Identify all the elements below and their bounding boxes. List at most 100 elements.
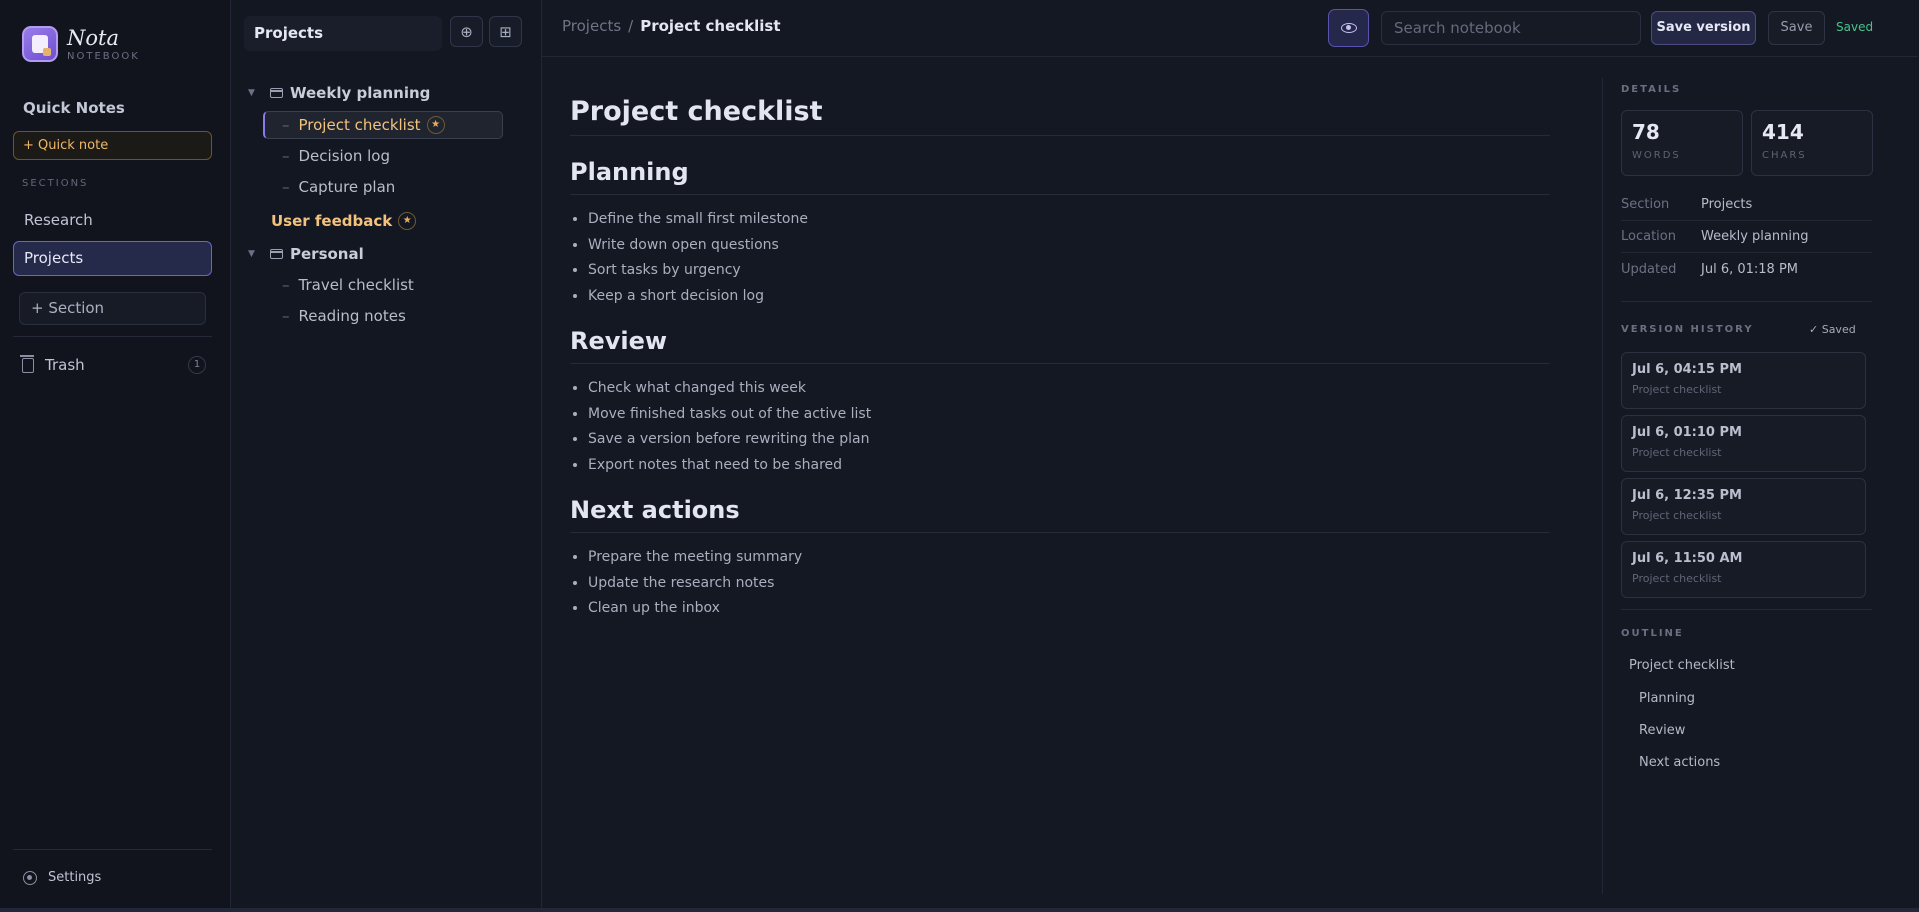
document-title[interactable]: Project checklist (570, 96, 1550, 136)
tree-dash: – (282, 307, 290, 325)
version-item[interactable]: Jul 6, 01:10 PM Project checklist (1621, 415, 1866, 472)
folder-icon (270, 249, 283, 259)
sidebar-item-research[interactable]: Research (13, 203, 212, 238)
preview-toggle-button[interactable] (1328, 9, 1369, 47)
document-body[interactable]: Project checklist Planning Define the sm… (570, 96, 1550, 640)
version-name: Project checklist (1632, 446, 1722, 459)
list-item[interactable]: Keep a short decision log (588, 284, 1550, 310)
meta-updated: Updated Jul 6, 01:18 PM (1621, 253, 1872, 285)
version-item[interactable]: Jul 6, 11:50 AM Project checklist (1621, 541, 1866, 598)
brand-name: Nota (67, 25, 119, 50)
meta-key: Updated (1621, 261, 1677, 277)
sidebar-divider (13, 336, 212, 337)
tree-dash: – (282, 276, 290, 294)
outline-item[interactable]: Next actions (1639, 755, 1720, 770)
outline-item[interactable]: Project checklist (1629, 658, 1735, 673)
chevron-down-icon[interactable]: ▼ (248, 88, 258, 98)
version-item[interactable]: Jul 6, 12:35 PM Project checklist (1621, 478, 1866, 535)
trash-icon (20, 354, 34, 373)
list-item[interactable]: Clean up the inbox (588, 596, 1550, 622)
meta-section: Section Projects (1621, 189, 1872, 221)
brand-subtitle: NOTEBOOK (67, 50, 140, 62)
note-label: Reading notes (298, 307, 406, 325)
new-note-button[interactable]: ⊞ (489, 16, 522, 47)
eye-icon (1340, 23, 1357, 33)
tree-note-travel-checklist[interactable]: – Travel checklist (282, 271, 414, 299)
list-item[interactable]: Define the small first milestone (588, 207, 1550, 233)
settings-label: Settings (48, 870, 102, 885)
list-item[interactable]: Update the research notes (588, 571, 1550, 597)
star-icon: ★ (398, 212, 417, 230)
window-bottom-edge (0, 908, 1919, 912)
trash-item[interactable]: Trash 1 (20, 354, 206, 376)
tree-folder-weekly-planning[interactable]: ▼ Weekly planning (248, 79, 430, 107)
list-item[interactable]: Write down open questions (588, 233, 1550, 259)
list-item[interactable]: Export notes that need to be shared (588, 453, 1550, 479)
note-tree-panel: Projects ⊕ ⊞ ▼ Weekly planning – Project… (231, 0, 542, 908)
tree-note-reading-notes[interactable]: – Reading notes (282, 302, 406, 330)
char-count-card: 414 CHARS (1751, 110, 1873, 176)
breadcrumb-root[interactable]: Projects (562, 17, 621, 35)
list-next-actions: Prepare the meeting summary Update the r… (570, 545, 1550, 622)
note-plus-icon: ⊞ (499, 22, 512, 41)
search-input[interactable] (1381, 11, 1641, 45)
note-label: Travel checklist (298, 276, 414, 294)
list-item[interactable]: Check what changed this week (588, 376, 1550, 402)
topbar: Projects/Project checklist Save version … (542, 0, 1918, 57)
meta-location: Location Weekly planning (1621, 221, 1872, 253)
note-label: Decision log (298, 147, 391, 165)
meta-key: Location (1621, 229, 1676, 244)
heading-review[interactable]: Review (570, 327, 1550, 364)
folder-icon (270, 88, 283, 98)
version-history-label: VERSION HISTORY (1621, 324, 1754, 335)
note-label: Capture plan (298, 178, 396, 196)
version-time: Jul 6, 12:35 PM (1632, 488, 1742, 503)
outline-item[interactable]: Planning (1639, 691, 1695, 706)
meta-value: Weekly planning (1701, 229, 1809, 244)
outline-item[interactable]: Review (1639, 723, 1685, 738)
main-editor: Projects/Project checklist Save version … (542, 0, 1919, 908)
quick-note-button[interactable]: + Quick note (13, 131, 212, 160)
list-item[interactable]: Save a version before rewriting the plan (588, 427, 1550, 453)
tree-dash: – (282, 116, 290, 134)
brand: Nota NOTEBOOK (22, 26, 140, 62)
tree-note-capture-plan[interactable]: – Capture plan (282, 173, 395, 201)
version-name: Project checklist (1632, 509, 1722, 522)
meta-value: Projects (1701, 197, 1753, 212)
tree-folder-personal[interactable]: ▼ Personal (248, 240, 364, 268)
new-folder-button[interactable]: ⊕ (450, 16, 483, 47)
version-time: Jul 6, 11:50 AM (1632, 551, 1743, 566)
folder-plus-icon: ⊕ (460, 22, 473, 41)
chevron-down-icon[interactable]: ▼ (248, 249, 258, 259)
trash-count-badge: 1 (188, 356, 206, 374)
version-item[interactable]: Jul 6, 04:15 PM Project checklist (1621, 352, 1866, 409)
sidebar-bottom-divider (13, 849, 212, 850)
list-planning: Define the small first milestone Write d… (570, 207, 1550, 309)
tree-note-project-checklist[interactable]: – Project checklist ★ (282, 111, 445, 139)
sidebar-item-projects[interactable]: Projects (13, 241, 212, 276)
heading-planning[interactable]: Planning (570, 158, 1550, 195)
char-count-label: CHARS (1762, 150, 1807, 161)
add-section-button[interactable]: + Section (19, 292, 206, 325)
version-time: Jul 6, 01:10 PM (1632, 425, 1742, 440)
settings-button[interactable]: Settings (23, 870, 101, 885)
list-item[interactable]: Prepare the meeting summary (588, 545, 1550, 571)
version-time: Jul 6, 04:15 PM (1632, 362, 1742, 377)
note-label: User feedback (271, 212, 393, 230)
list-item[interactable]: Move finished tasks out of the active li… (588, 402, 1550, 428)
save-version-button[interactable]: Save version (1651, 11, 1756, 45)
quick-notes-title[interactable]: Quick Notes (23, 99, 125, 117)
save-button[interactable]: Save (1768, 11, 1825, 45)
details-label: DETAILS (1621, 84, 1682, 95)
sidebar: Nota NOTEBOOK Quick Notes + Quick note S… (0, 0, 231, 908)
tree-note-decision-log[interactable]: – Decision log (282, 142, 390, 170)
list-item[interactable]: Sort tasks by urgency (588, 258, 1550, 284)
version-divider (1621, 609, 1872, 610)
tree-note-user-feedback[interactable]: User feedback ★ (271, 207, 417, 235)
heading-next-actions[interactable]: Next actions (570, 496, 1550, 533)
char-count: 414 (1762, 120, 1804, 144)
list-review: Check what changed this week Move finish… (570, 376, 1550, 478)
gear-icon (23, 870, 37, 885)
app-window: Nota NOTEBOOK Quick Notes + Quick note S… (0, 0, 1919, 908)
version-name: Project checklist (1632, 383, 1722, 396)
